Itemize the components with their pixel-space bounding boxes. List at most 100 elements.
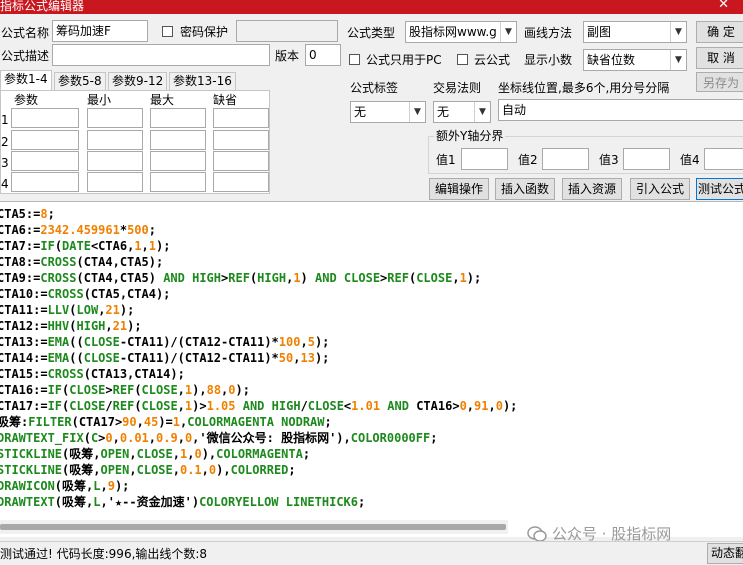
param-max-input[interactable] <box>150 172 206 192</box>
code-line[interactable]: CTA16:=IF(CLOSE>REF(CLOSE,1),88,0); <box>0 382 517 398</box>
param-default-input[interactable] <box>213 151 269 171</box>
param-default-input[interactable] <box>213 108 269 128</box>
param-name-input[interactable] <box>11 172 79 192</box>
code-line[interactable]: CTA6:=2342.459961*500; <box>0 222 517 238</box>
value2-input[interactable] <box>542 148 589 170</box>
password-input[interactable] <box>236 20 338 42</box>
cloud-checkbox[interactable] <box>457 54 468 65</box>
param-max-input[interactable] <box>150 130 206 150</box>
save-as-button[interactable]: 另存为 <box>696 72 743 92</box>
code-line[interactable]: STICKLINE(吸筹,OPEN,CLOSE,0.1,0),COLORRED; <box>0 462 517 478</box>
import-formula-button[interactable]: 引入公式 <box>630 178 690 200</box>
code-token: COLORMAGENTA NODRAW <box>187 415 325 429</box>
code-token: (CTA13,CTA14); <box>83 367 185 381</box>
param-default-input[interactable] <box>213 172 269 192</box>
horizontal-scrollbar[interactable] <box>0 520 508 534</box>
code-token: STICKLINE <box>0 463 63 477</box>
code-token: -CTA11)/(CTA12-CTA11)* <box>119 351 279 365</box>
value2-label: 值2 <box>518 153 538 167</box>
code-token: ,'★--资金加速') <box>100 495 200 509</box>
code-line[interactable]: CTA15:=CROSS(CTA13,CTA14); <box>0 366 517 382</box>
decimals-select[interactable]: 缺省位数 ▼ <box>583 49 687 71</box>
tab-params-9-12[interactable]: 参数9-12 <box>108 72 168 91</box>
param-min-input[interactable] <box>87 172 143 192</box>
param-name-input[interactable] <box>11 151 79 171</box>
trade-rule-select[interactable]: 无 ▼ <box>433 101 491 123</box>
param-header-max: 最大 <box>150 93 175 107</box>
ok-button[interactable]: 确 定 <box>696 21 743 43</box>
code-editor[interactable]: CTA5:=8; CTA6:=2342.459961*500; CTA7:=IF(D… <box>0 201 743 537</box>
code-token: HIGH <box>76 319 106 333</box>
param-name-input[interactable] <box>11 130 79 150</box>
password-checkbox[interactable] <box>162 26 173 37</box>
cancel-button[interactable]: 取 消 <box>696 47 743 69</box>
code-token: ; <box>324 415 332 429</box>
param-min-input[interactable] <box>87 151 143 171</box>
code-line[interactable]: CTA8:=CROSS(CTA4,CTA5); <box>0 254 517 270</box>
code-line[interactable]: CTA10:=CROSS(CTA5,CTA4); <box>0 286 517 302</box>
code-token: ); <box>502 399 518 413</box>
formula-type-select[interactable]: 股指标网www.g ▼ <box>405 21 517 43</box>
code-token: IF <box>40 239 55 253</box>
edit-operations-button[interactable]: 编辑操作 <box>429 178 489 200</box>
close-icon[interactable]: ✕ <box>718 0 729 12</box>
param-default-input[interactable] <box>213 130 269 150</box>
code-line[interactable]: DRAWICON(吸筹,L,9); <box>0 478 517 494</box>
code-token: AND <box>387 399 409 413</box>
code-token: 0.1 <box>179 463 202 477</box>
formula-tag-select[interactable]: 无 ▼ <box>350 101 426 123</box>
pc-only-checkbox[interactable] <box>349 54 360 65</box>
param-max-input[interactable] <box>150 151 206 171</box>
code-token: OPEN <box>100 463 130 477</box>
test-formula-button[interactable]: 测试公式 <box>696 178 743 200</box>
code-line[interactable]: CTA7:=IF(DATE<CTA6,1,1); <box>0 238 517 254</box>
code-line[interactable]: CTA17:=IF(CLOSE/REF(CLOSE,1)>1.05 AND HI… <box>0 398 517 414</box>
code-token: HIGH <box>257 271 287 285</box>
code-token: , <box>300 335 308 349</box>
code-token: CROSS <box>47 367 84 381</box>
tab-params-5-8[interactable]: 参数5-8 <box>54 72 106 91</box>
code-token: , <box>172 447 180 461</box>
code-token: HIGH <box>271 399 301 413</box>
code-line[interactable]: CTA12:=HHV(HIGH,21); <box>0 318 517 334</box>
value3-input[interactable] <box>623 148 670 170</box>
formula-desc-input[interactable] <box>52 44 270 66</box>
code-token: ), <box>192 383 207 397</box>
code-line[interactable]: CTA5:=8; <box>0 206 517 222</box>
code-token: 45 <box>143 415 159 429</box>
code-token: COLORMAGENTA <box>216 447 303 461</box>
param-max-input[interactable] <box>150 108 206 128</box>
code-token: 21 <box>105 303 120 317</box>
draw-method-select[interactable]: 副图 ▼ <box>583 21 687 43</box>
value1-input[interactable] <box>461 148 508 170</box>
code-token: , <box>177 383 185 397</box>
code-token: , <box>488 399 496 413</box>
code-token: IF <box>47 383 63 397</box>
insert-function-button[interactable]: 插入函数 <box>495 178 555 200</box>
insert-resource-button[interactable]: 插入资源 <box>562 178 622 200</box>
dynamic-translate-button[interactable]: 动态翻 <box>707 543 743 564</box>
tab-params-13-16[interactable]: 参数13-16 <box>169 72 236 91</box>
param-name-input[interactable] <box>11 108 79 128</box>
code-line[interactable]: DRAWTEXT_FIX(C>0,0.01,0.9,0,'微信公众号: 股指标网… <box>0 430 517 446</box>
code-text[interactable]: CTA5:=8; CTA6:=2342.459961*500; CTA7:=IF(D… <box>0 206 517 510</box>
code-line[interactable]: STICKLINE(吸筹,OPEN,CLOSE,1,0),COLORMAGENT… <box>0 446 517 462</box>
code-line[interactable]: CTA13:=EMA((CLOSE-CTA11)/(CTA12-CTA11)*1… <box>0 334 517 350</box>
tab-params-1-4[interactable]: 参数1-4 <box>0 70 52 91</box>
code-line[interactable]: CTA11:=LLV(LOW,21); <box>0 302 517 318</box>
formula-desc-label: 公式描述 <box>1 49 50 63</box>
code-line[interactable]: DRAWTEXT(吸筹,L,'★--资金加速')COLORYELLOW LINE… <box>0 494 517 510</box>
code-line[interactable]: 吸筹:FILTER(CTA17>90,45)=1,COLORMAGENTA NO… <box>0 414 517 430</box>
value4-input[interactable] <box>704 148 743 170</box>
formula-name-input[interactable]: 筹码加速F <box>52 20 148 42</box>
code-line[interactable]: CTA14:=EMA((CLOSE-CTA11)/(CTA12-CTA11)*5… <box>0 350 517 366</box>
scrollbar-thumb[interactable] <box>0 524 506 530</box>
code-token: CTA7:= <box>0 239 41 253</box>
version-input[interactable]: 0 <box>305 44 341 66</box>
code-line[interactable]: CTA9:=CROSS(CTA4,CTA5) AND HIGH>REF(HIGH… <box>0 270 517 286</box>
code-token: )> <box>192 399 207 413</box>
coord-line-input[interactable]: 自动 <box>498 99 743 121</box>
code-token: AND <box>242 399 265 413</box>
param-min-input[interactable] <box>87 130 143 150</box>
param-min-input[interactable] <box>87 108 143 128</box>
